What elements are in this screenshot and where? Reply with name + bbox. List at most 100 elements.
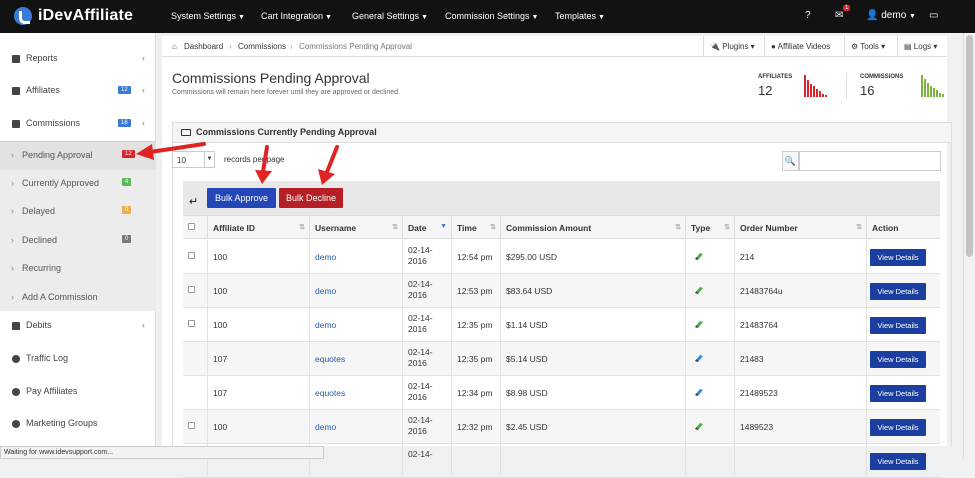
money-icon xyxy=(181,129,191,136)
count-badge: 0 xyxy=(122,235,132,243)
search-icon[interactable]: 🔍 xyxy=(782,151,799,171)
sidebar-subitem-recurring[interactable]: › Recurring xyxy=(0,255,156,284)
col-time[interactable]: Time ⇅ xyxy=(451,216,500,238)
sidebar-item-affiliates[interactable]: Affiliates 12 ‹ xyxy=(0,85,156,99)
cell-username[interactable]: equotes xyxy=(315,388,345,398)
cell-affiliate-id: 107 xyxy=(213,354,228,364)
sidebar-item-traffic-log[interactable]: Traffic Log xyxy=(0,353,156,367)
select-all-checkbox[interactable] xyxy=(188,223,195,230)
logs-button[interactable]: ▤ Logs ▾ xyxy=(897,36,947,57)
table-cell: $295.00 USD xyxy=(500,240,685,273)
scrollbar-thumb[interactable] xyxy=(966,35,973,257)
sparkline-bar xyxy=(819,91,821,97)
table-cell: demo xyxy=(309,308,402,341)
table-cell: demo xyxy=(309,410,402,443)
cell-username[interactable]: demo xyxy=(315,422,336,432)
table-cell: 12:35 pm xyxy=(451,308,500,341)
table-cell: equotes xyxy=(309,376,402,409)
top-navbar: iDevAffiliate System Settings ▼ Cart Inte… xyxy=(0,0,975,33)
table-cell xyxy=(734,444,866,477)
view-details-button[interactable]: View Details xyxy=(870,419,926,436)
col-username[interactable]: Username ⇅ xyxy=(309,216,402,238)
sidebar-subitem-declined[interactable]: › Declined 0 xyxy=(0,227,156,256)
user-menu[interactable]: 👤 demo ▼ xyxy=(866,10,916,21)
breadcrumb-commissions[interactable]: Commissions xyxy=(238,42,286,51)
sparkline-bar xyxy=(933,88,935,97)
plugins-button[interactable]: 🔌 Plugins ▾ xyxy=(703,36,763,57)
view-details-button[interactable]: View Details xyxy=(870,317,926,334)
row-checkbox[interactable] xyxy=(188,320,195,327)
chevron-right-icon: › xyxy=(11,292,14,302)
cell-affiliate-id: 100 xyxy=(213,320,228,330)
sidebar-item-debits[interactable]: Debits ‹ xyxy=(0,320,156,334)
sidebar-subitem-label: Pending Approval xyxy=(22,150,93,160)
help-icon[interactable]: ? xyxy=(805,10,811,21)
cell-time: 12:35 pm xyxy=(457,320,493,330)
file-icon: ▤ xyxy=(904,42,912,51)
sidebar-item-commissions[interactable]: Commissions 16 ‹ xyxy=(0,118,156,132)
cell-date: 02-14-2016 xyxy=(408,381,433,402)
menu-templates[interactable]: Templates ▼ xyxy=(555,11,605,21)
menu-cart-integration[interactable]: Cart Integration ▼ xyxy=(261,11,332,21)
cell-date: 02-14-2016 xyxy=(408,245,433,266)
tools-button[interactable]: ⚙ Tools ▾ xyxy=(844,36,897,57)
sparkline-bar xyxy=(804,75,806,97)
affiliate-videos-button[interactable]: ● Affiliate Videos xyxy=(764,36,844,57)
table-cell: 21483764u xyxy=(734,274,866,307)
col-date[interactable]: Date ▼ xyxy=(402,216,451,238)
col-type[interactable]: Type ⇅ xyxy=(685,216,734,238)
chevron-right-icon: › xyxy=(11,263,14,273)
view-details-button[interactable]: View Details xyxy=(870,249,926,266)
page-size-select[interactable]: 10 ▼ xyxy=(172,151,215,168)
app-logo[interactable]: iDevAffiliate xyxy=(14,7,133,25)
cell-username[interactable]: demo xyxy=(315,252,336,262)
col-affiliate-id[interactable]: Affiliate ID ⇅ xyxy=(207,216,309,238)
envelope-icon[interactable]: ✉ xyxy=(835,10,843,21)
breadcrumb-dashboard[interactable]: Dashboard xyxy=(184,42,223,51)
table-cell: $2.45 USD xyxy=(500,410,685,443)
view-details-button[interactable]: View Details xyxy=(870,453,926,470)
col-order-number[interactable]: Order Number ⇅ xyxy=(734,216,866,238)
bulk-approve-button[interactable]: Bulk Approve xyxy=(207,188,276,208)
cell-affiliate-id: 100 xyxy=(213,286,228,296)
view-details-button[interactable]: View Details xyxy=(870,351,926,368)
page-subtitle: Commissions will remain here forever unt… xyxy=(172,89,400,96)
sidebar-subitem-delayed[interactable]: › Delayed 0 xyxy=(0,198,156,227)
sidebar-subitem-pending-approval[interactable]: › Pending Approval 12 xyxy=(0,141,156,170)
monitor-icon[interactable]: ▭ xyxy=(929,10,938,21)
menu-commission-settings[interactable]: Commission Settings ▼ xyxy=(445,11,538,21)
view-details-button[interactable]: View Details xyxy=(870,283,926,300)
cell-date: 02-14-2016 xyxy=(408,415,433,436)
notification-badge: 1 xyxy=(843,5,851,11)
play-circle-icon: ● xyxy=(771,42,776,51)
table-cell xyxy=(183,410,207,443)
cell-affiliate-id: 100 xyxy=(213,252,228,262)
scrollbar[interactable] xyxy=(963,33,975,459)
row-checkbox[interactable] xyxy=(188,252,195,259)
menu-general-settings[interactable]: General Settings ▼ xyxy=(352,11,428,21)
sidebar-subitem-currently-approved[interactable]: › Currently Approved 4 xyxy=(0,170,156,199)
bulk-decline-button[interactable]: Bulk Decline xyxy=(279,188,343,208)
cell-username[interactable]: demo xyxy=(315,320,336,330)
search-input[interactable] xyxy=(799,151,941,171)
table-cell: 100 xyxy=(207,308,309,341)
sparkline-bar xyxy=(825,95,827,97)
cell-username[interactable]: equotes xyxy=(315,354,345,364)
sort-icon: ⇅ xyxy=(392,224,398,231)
col-commission-amount[interactable]: Commission Amount ⇅ xyxy=(500,216,685,238)
cell-order: 214 xyxy=(740,252,755,262)
cell-username[interactable]: demo xyxy=(315,286,336,296)
sidebar-subitem-add-a-commission[interactable]: › Add A Commission xyxy=(0,284,156,311)
caret-down-icon: ▼ xyxy=(325,14,332,21)
table-cell xyxy=(183,342,207,375)
sidebar-item-reports[interactable]: Reports ‹ xyxy=(0,53,156,67)
cell-order: 21483764u xyxy=(740,286,783,296)
sidebar-item-pay-affiliates[interactable]: Pay Affiliates xyxy=(0,386,156,400)
sidebar-item-marketing-groups[interactable]: Marketing Groups xyxy=(0,418,156,432)
row-checkbox[interactable] xyxy=(188,286,195,293)
menu-system-settings[interactable]: System Settings ▼ xyxy=(171,11,245,21)
cell-affiliate-id: 100 xyxy=(213,422,228,432)
row-checkbox[interactable] xyxy=(188,422,195,429)
view-details-button[interactable]: View Details xyxy=(870,385,926,402)
plus-square-icon xyxy=(12,87,20,95)
